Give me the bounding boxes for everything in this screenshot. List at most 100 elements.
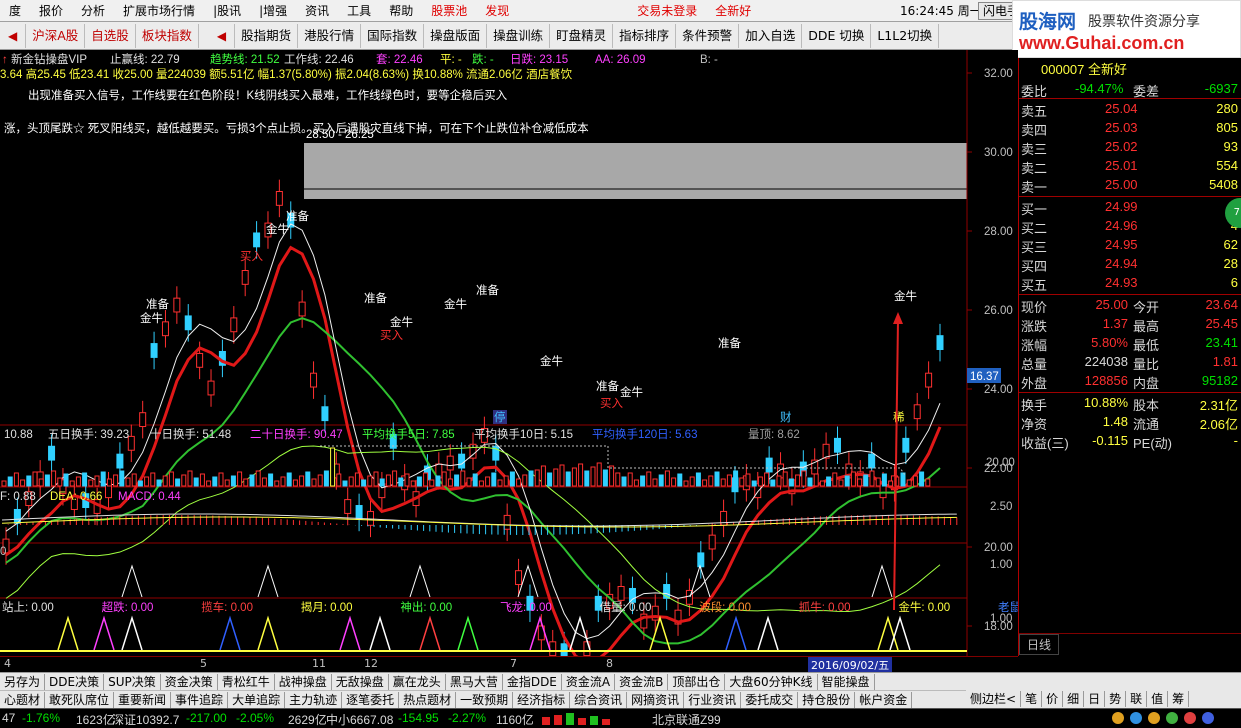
ask-row[interactable]: 卖五 25.04 280	[1019, 100, 1241, 119]
stat-row[interactable]: 现价 25.00 今开 23.64	[1019, 296, 1241, 315]
right-tab[interactable]: 值	[1147, 691, 1169, 707]
menu-item-enhance[interactable]: |增强	[250, 0, 296, 22]
right-tab[interactable]: 筹	[1168, 691, 1190, 707]
halt-marker[interactable]: 停	[494, 410, 506, 424]
back-arrow-icon[interactable]: ◀	[0, 23, 27, 48]
rare-marker[interactable]: 稀	[893, 411, 905, 424]
ask-row[interactable]: 卖四 25.03 805	[1019, 119, 1241, 138]
tool-button-index-futures[interactable]: 股指期货	[235, 23, 299, 48]
menu-item-tools[interactable]: 工具	[338, 0, 380, 22]
menu-item-stock-pool[interactable]: 股票池	[422, 0, 476, 22]
stat-row[interactable]: 涨幅 5.80% 最低 23.41	[1019, 334, 1241, 353]
bottom-tool-button[interactable]: 持仓股份	[798, 691, 856, 708]
bottom-tool-button[interactable]: 综合资讯	[570, 691, 628, 708]
tool-button-rank[interactable]: 指标排序	[613, 23, 677, 48]
right-tab[interactable]: 日	[1084, 691, 1106, 707]
tray-icon[interactable]	[1184, 712, 1196, 724]
bottom-tool-button[interactable]: 热点题材	[399, 691, 457, 708]
tray-icon[interactable]	[1112, 712, 1124, 724]
bottom-tool-button[interactable]: 委托成交	[741, 691, 799, 708]
bottom-tool-button[interactable]: 金指DDE	[503, 673, 562, 690]
menu-item-quote-part[interactable]: 度	[0, 0, 30, 22]
bottom-tool-button[interactable]: 赢在龙头	[389, 673, 446, 690]
bid-row[interactable]: 买五 24.93 6	[1019, 274, 1241, 293]
tool-button-training[interactable]: 操盘训练	[487, 23, 551, 48]
bottom-tool-button[interactable]: 资金流A	[562, 673, 616, 690]
tool-button-add-watch[interactable]: 加入自选	[739, 23, 803, 48]
menu-item-quotes[interactable]: 报价	[30, 0, 72, 22]
menu-item-news[interactable]: |股讯	[204, 0, 250, 22]
stat-row[interactable]: 外盘 128856 内盘 95182	[1019, 372, 1241, 391]
bottom-tool-button[interactable]: 帐户资金	[855, 691, 913, 708]
day-line-button[interactable]: 日线	[1019, 634, 1059, 655]
bottom-tool-button[interactable]: 无敌操盘	[332, 673, 389, 690]
tool-button-hk[interactable]: 港股行情	[298, 23, 362, 48]
bottom-tool-button[interactable]: 大盘60分钟K线	[725, 673, 818, 690]
right-tab[interactable]: 笔	[1021, 691, 1043, 707]
stat-row[interactable]: 涨跌 1.37 最高 25.45	[1019, 315, 1241, 334]
trade-stock-link[interactable]: 全新好	[706, 0, 760, 22]
stat2-row[interactable]: 净资 1.48 流通 2.06亿	[1019, 413, 1241, 432]
right-tab[interactable]: 侧边栏<	[966, 691, 1022, 707]
tool-button-watchlist[interactable]: 自选股	[85, 23, 136, 48]
bid-row[interactable]: 买二24.964	[1019, 217, 1241, 236]
bid-row[interactable]: 买四 24.94 28	[1019, 255, 1241, 274]
tray-icon[interactable]	[1166, 712, 1178, 724]
bottom-tool-button[interactable]: 行业资讯	[684, 691, 742, 708]
bid-row[interactable]: 买一24.992	[1019, 198, 1241, 217]
bottom-tool-button[interactable]: 战神操盘	[275, 673, 332, 690]
right-tab[interactable]: 细	[1063, 691, 1085, 707]
bottom-tool-button[interactable]: 另存为	[0, 673, 46, 690]
bottom-tool-button[interactable]: 顶部出仓	[668, 673, 726, 690]
network-status[interactable]: 北京联通Z99	[652, 711, 721, 728]
bottom-tool-button[interactable]: 智能操盘	[818, 673, 875, 690]
bottom-tool-button[interactable]: 敢死队席位	[45, 691, 115, 708]
bottom-tool-button[interactable]: 一致预期	[456, 691, 514, 708]
bid-row[interactable]: 买三 24.95 62	[1019, 236, 1241, 255]
right-tab[interactable]: 联	[1126, 691, 1148, 707]
tray-icon[interactable]	[1148, 712, 1160, 724]
ask-row[interactable]: 卖二 25.01 554	[1019, 157, 1241, 176]
fin-marker[interactable]: 财	[780, 410, 792, 424]
bottom-tool-button[interactable]: 网摘资讯	[627, 691, 685, 708]
menu-item-analysis[interactable]: 分析	[72, 0, 114, 22]
bottom-tool-button[interactable]: 事件追踪	[171, 691, 229, 708]
bottom-tool-button[interactable]: 黑马大营	[446, 673, 503, 690]
bottom-tool-button[interactable]: 主力轨迹	[285, 691, 343, 708]
turnover-20d: 二十日换手: 90.47	[250, 427, 343, 441]
tool-button-l1l2[interactable]: L1L2切换	[871, 23, 940, 48]
stat2-row[interactable]: 收益(三) -0.115 PE(动) -	[1019, 432, 1241, 451]
trade-status[interactable]: 交易未登录	[628, 0, 706, 22]
right-tab[interactable]: 价	[1042, 691, 1064, 707]
bottom-tool-button[interactable]: 资金流B	[615, 673, 669, 690]
tool-button-dde[interactable]: DDE 切换	[802, 23, 872, 48]
right-tab[interactable]: 势	[1105, 691, 1127, 707]
bottom-tool-button[interactable]: DDE决策	[45, 673, 105, 690]
bottom-tool-button[interactable]: 青松红牛	[218, 673, 275, 690]
tool-button-layout[interactable]: 操盘版面	[424, 23, 488, 48]
menu-item-help[interactable]: 帮助	[380, 0, 422, 22]
bottom-tool-button[interactable]: 重要新闻	[114, 691, 172, 708]
menu-item-discover[interactable]: 发现	[476, 0, 518, 22]
tool-button-monitor[interactable]: 盯盘精灵	[550, 23, 614, 48]
stat-row[interactable]: 总量 224038 量比 1.81	[1019, 353, 1241, 372]
tool-button-a-shares[interactable]: 沪深A股	[26, 23, 86, 48]
bottom-tool-button[interactable]: 资金决策	[161, 673, 218, 690]
tool-button-alert[interactable]: 条件预警	[676, 23, 740, 48]
kline-chart[interactable]: ↑ 新金钻操盘VIP 止赢线: 22.79 趋势线: 21.52 工作线: 22…	[0, 50, 1018, 656]
menu-item-info[interactable]: 资讯	[296, 0, 338, 22]
ask-row[interactable]: 卖一 25.00 5408	[1019, 176, 1241, 195]
tray-icon[interactable]	[1130, 712, 1142, 724]
bottom-tool-button[interactable]: 经济指标	[513, 691, 571, 708]
tool-button-intl-index[interactable]: 国际指数	[361, 23, 425, 48]
tool-button-sector-index[interactable]: 板块指数	[136, 23, 199, 48]
bottom-tool-button[interactable]: 大单追踪	[228, 691, 286, 708]
ask-row[interactable]: 卖三 25.02 93	[1019, 138, 1241, 157]
prev-arrow-icon[interactable]: ◀	[209, 23, 236, 48]
stat2-row[interactable]: 换手 10.88% 股本 2.31亿	[1019, 394, 1241, 413]
bottom-tool-button[interactable]: 心题材	[0, 691, 46, 708]
tray-icon[interactable]	[1202, 712, 1214, 724]
bottom-tool-button[interactable]: SUP决策	[104, 673, 161, 690]
menu-item-ext-market[interactable]: 扩展市场行情	[114, 0, 204, 22]
bottom-tool-button[interactable]: 逐笔委托	[342, 691, 400, 708]
